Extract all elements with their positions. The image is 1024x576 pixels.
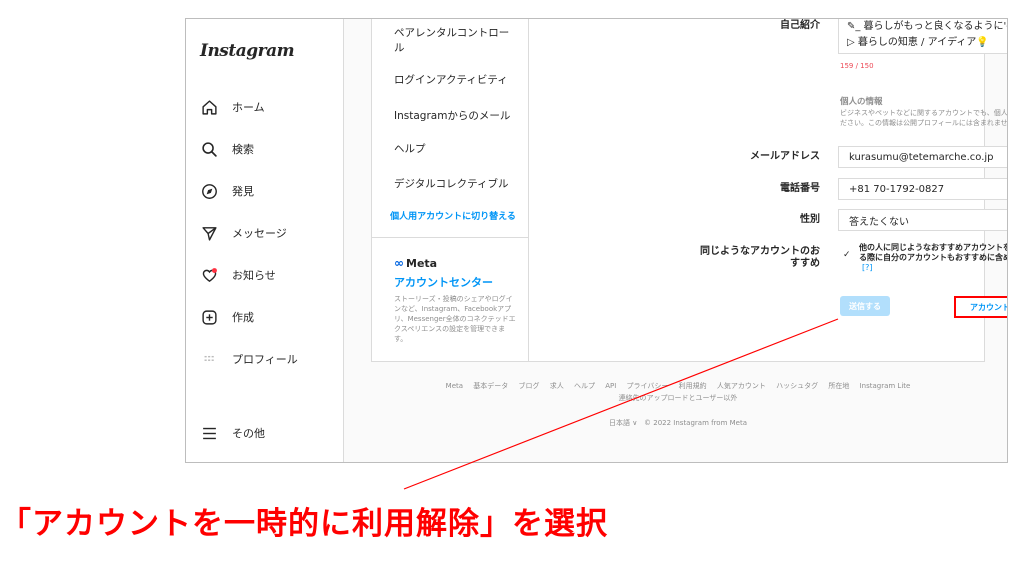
bio-line-2: ▷ 暮らしの知恵 / アイディア💡 [847, 37, 989, 48]
accounts-center-description: ストーリーズ・投稿のシェアやログインなど、Instagram、Facebookア… [394, 295, 516, 343]
settings-item-digital-collectibles[interactable]: デジタルコレクティブル [394, 177, 519, 192]
suggestions-description: 他の人に同じようなおすすめアカウントを紹介する際に自分のアカウントもおすすめに含… [859, 243, 1007, 262]
nav-messages-label: メッセージ [232, 227, 287, 240]
gender-field[interactable]: 答えたくない [838, 209, 1007, 231]
nav-notifications-label: お知らせ [232, 269, 276, 282]
nav-explore-label: 発見 [232, 185, 254, 198]
bio-char-counter: 159 / 150 [840, 62, 874, 70]
footer-link[interactable]: 求人 [550, 382, 564, 390]
footer-link[interactable]: 基本データ [473, 382, 508, 390]
email-label: メールアドレス [750, 151, 820, 162]
nav-explore[interactable]: 発見 [200, 179, 254, 203]
checkmark-icon[interactable]: ✓ [843, 250, 853, 260]
bio-label: 自己紹介 [780, 20, 820, 31]
switch-to-personal-account-link[interactable]: 個人用アカウントに切り替える [386, 211, 520, 223]
accounts-center-box: ∞ Meta アカウントセンター ストーリーズ・投稿のシェアやログインなど、Ins… [372, 237, 529, 363]
nav-more-label: その他 [232, 427, 265, 440]
footer-meta: 日本語 ∨ © 2022 Instagram from Meta [371, 418, 985, 428]
suggestions-text: 他の人に同じようなおすすめアカウントを紹介する際に自分のアカウントもおすすめに含… [859, 243, 1007, 273]
footer-link[interactable]: ヘルプ [574, 382, 595, 390]
nav-profile-label: プロフィール [232, 353, 298, 366]
bio-textarea[interactable]: ✎_ 暮らしがもっと良くなるように'- ▷ 暮らしの知恵 / アイディア💡 ▲ … [838, 19, 1008, 54]
home-icon [200, 98, 218, 116]
heart-icon [200, 266, 218, 284]
settings-panel: ペアレンタルコントロール ログインアクティビティ Instagramからのメール… [371, 19, 1007, 363]
footer-link[interactable]: ハッシュタグ [776, 382, 818, 390]
language-selector[interactable]: 日本語 ∨ [609, 419, 637, 427]
footer-links: Meta 基本データ ブログ 求人 ヘルプ API プライバシー 利用規約 人気… [371, 380, 985, 404]
annotation-caption: 「アカウントを一時的に利用解除」を選択 [0, 506, 608, 542]
suggestions-label: 同じようなアカウントのおすすめ [700, 246, 820, 269]
nav-profile[interactable]: プロフィール [200, 347, 298, 371]
search-icon [200, 140, 218, 158]
footer-link[interactable]: プライバシー [627, 382, 669, 390]
phone-label: 電話番号 [780, 183, 820, 194]
nav-more[interactable]: その他 [200, 421, 265, 445]
footer-link[interactable]: API [605, 382, 616, 390]
footer-link[interactable]: 利用規約 [679, 382, 707, 390]
bio-line-1: ✎_ 暮らしがもっと良くなるように'- [847, 21, 1008, 32]
left-navigation: Instagram ホーム 検索 発見 メッセージ お知らせ 作成 プロフィール… [186, 19, 344, 462]
compass-icon [200, 182, 218, 200]
meta-logo-text: Meta [406, 257, 438, 270]
personal-info-text: ビジネスやペットなどに関するアカウントでも、個人の情報を入力してください。この情… [840, 109, 1008, 127]
instagram-logo[interactable]: Instagram [200, 41, 295, 61]
paper-plane-icon [200, 224, 218, 242]
browser-frame: Instagram ホーム 検索 発見 メッセージ お知らせ 作成 プロフィール… [185, 18, 1008, 463]
nav-create[interactable]: 作成 [200, 305, 254, 329]
settings-item-emails[interactable]: Instagramからのメール [394, 109, 519, 124]
email-value: kurasumu@tetemarche.co.jp [849, 151, 994, 163]
phone-field[interactable]: +81 70-1792-0827 [838, 178, 1007, 200]
footer-link[interactable]: ブログ [519, 382, 540, 390]
footer-link[interactable]: Meta [446, 382, 463, 390]
avatar-icon [200, 350, 218, 368]
suggestions-checkbox-row[interactable]: ✓ 他の人に同じようなおすすめアカウントを紹介する際に自分のアカウントもおすすめ… [843, 243, 1007, 273]
email-field[interactable]: kurasumu@tetemarche.co.jp [838, 146, 1007, 168]
chevron-down-icon: ∨ [632, 419, 638, 427]
personal-info-heading: 個人の情報 [840, 97, 883, 107]
nav-create-label: 作成 [232, 311, 254, 324]
gender-value: 答えたくない [849, 216, 909, 228]
footer-link-contacts[interactable]: 連絡先のアップロードとユーザー以外 [371, 392, 985, 404]
meta-infinity-icon: ∞ [394, 256, 404, 270]
menu-icon [200, 424, 218, 442]
settings-item-login-activity[interactable]: ログインアクティビティ [394, 73, 519, 88]
submit-button[interactable]: 送信する [840, 296, 890, 316]
meta-logo: ∞ Meta [394, 256, 437, 270]
settings-item-help[interactable]: ヘルプ [394, 142, 519, 157]
settings-item-parental-control[interactable]: ペアレンタルコントロール [394, 26, 519, 56]
nav-home[interactable]: ホーム [200, 95, 265, 119]
gender-label: 性別 [800, 214, 820, 225]
language-label: 日本語 [608, 419, 630, 427]
footer-link[interactable]: Instagram Lite [860, 382, 911, 390]
footer-link[interactable]: 所在地 [828, 382, 849, 390]
nav-messages[interactable]: メッセージ [200, 221, 287, 245]
copyright: © 2022 Instagram from Meta [644, 419, 748, 427]
suggestions-help-link[interactable]: [?] [862, 263, 873, 272]
footer-link[interactable]: 人気アカウント [717, 382, 766, 390]
nav-home-label: ホーム [232, 101, 265, 114]
phone-value: +81 70-1792-0827 [849, 183, 945, 195]
settings-menu: ペアレンタルコントロール ログインアクティビティ Instagramからのメール… [372, 19, 529, 363]
temporarily-deactivate-account-link[interactable]: アカウントを一時的に利用解除 [954, 296, 1007, 318]
accounts-center-link[interactable]: アカウントセンター [394, 274, 493, 290]
nav-search[interactable]: 検索 [200, 137, 254, 161]
nav-notifications[interactable]: お知らせ [200, 263, 276, 287]
plus-square-icon [200, 308, 218, 326]
nav-search-label: 検索 [232, 143, 254, 156]
